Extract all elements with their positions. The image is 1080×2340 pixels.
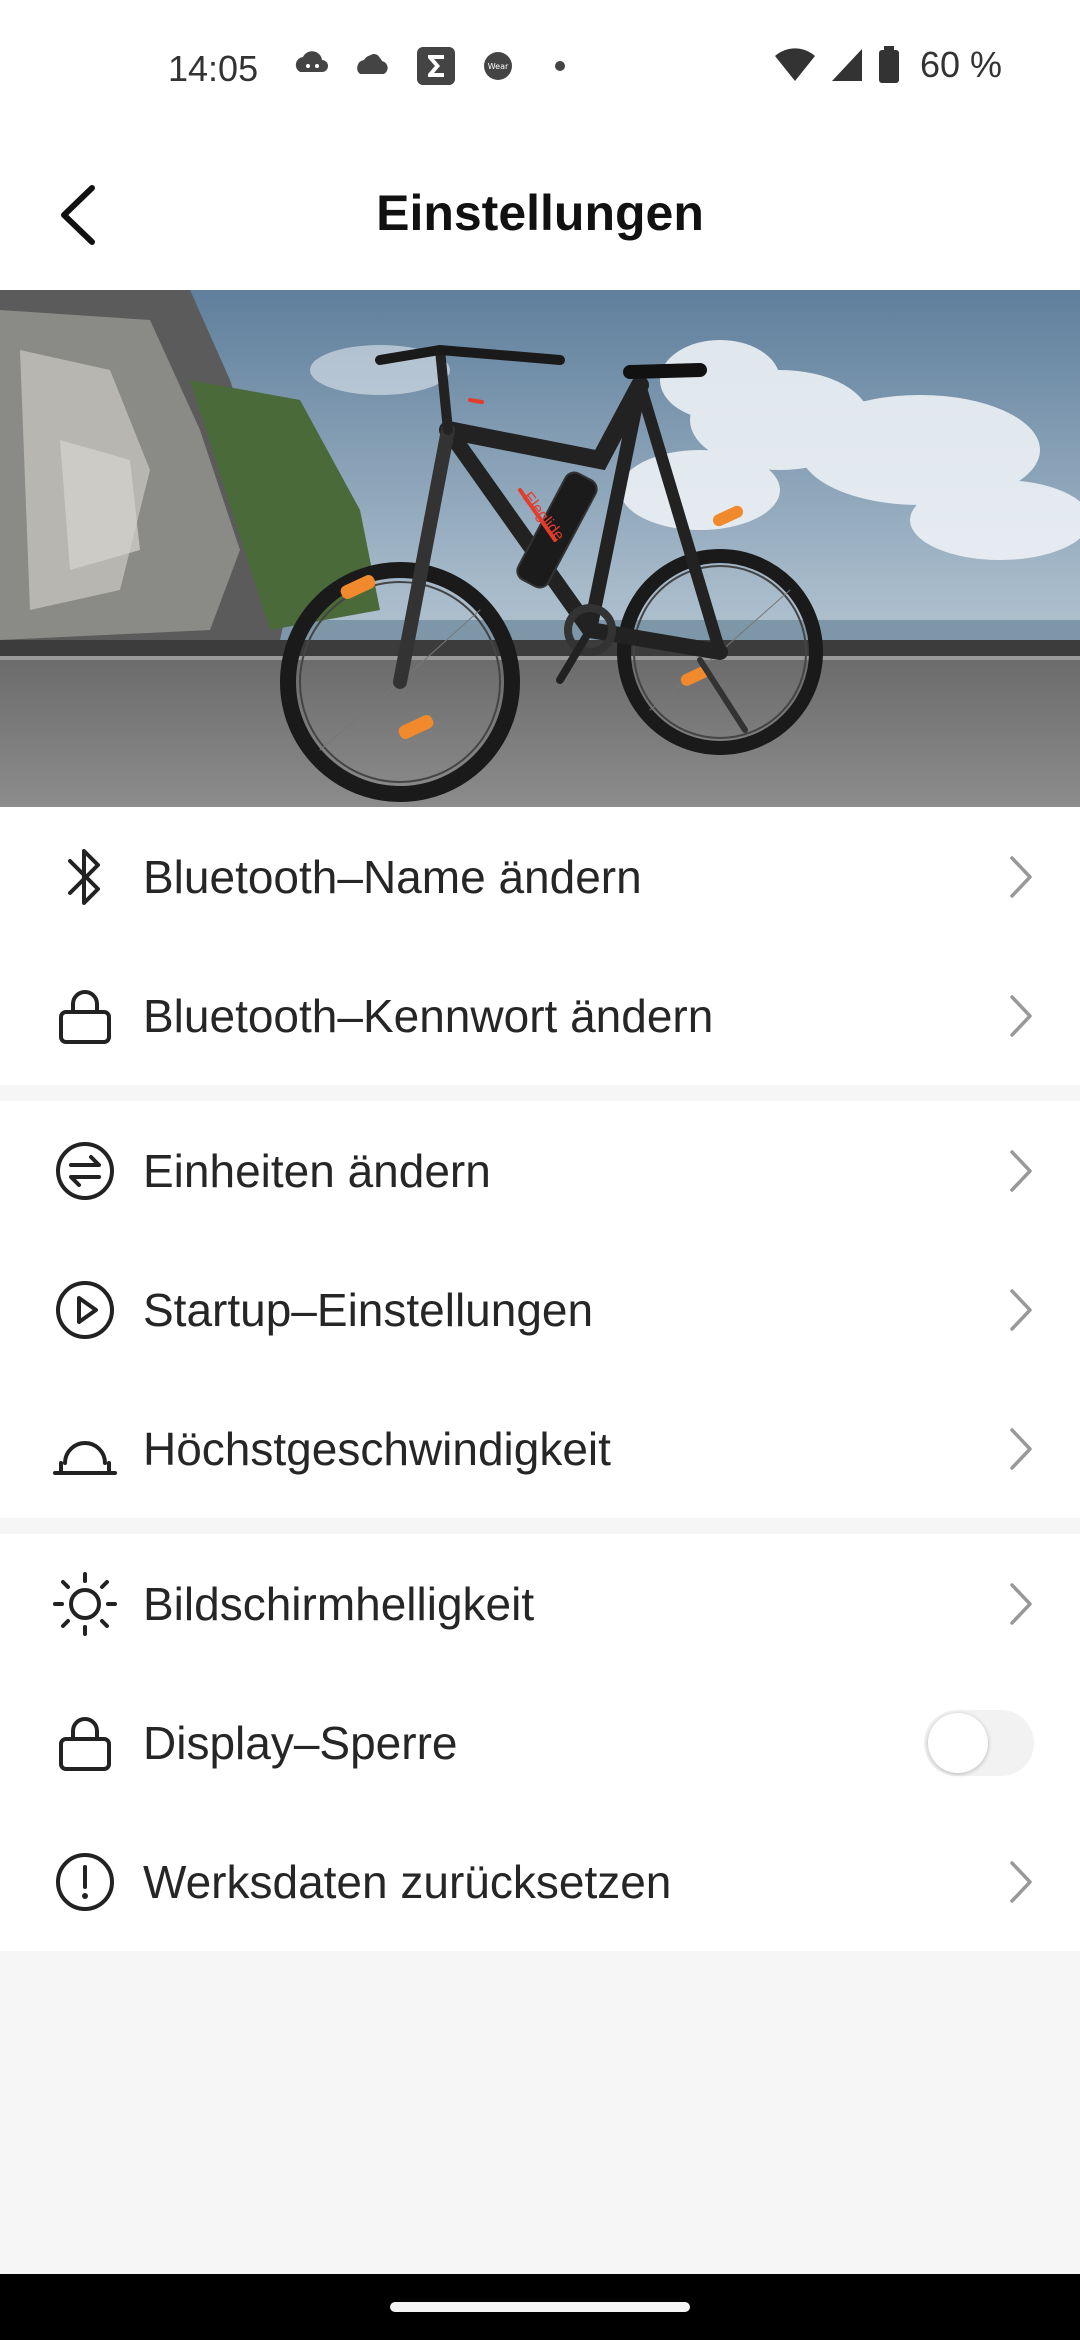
settings-group-drive: Einheiten ändern Startup–Einstellungen H…	[0, 1101, 1080, 1518]
setting-label: Einheiten ändern	[143, 1144, 491, 1197]
chevron-right-icon	[1010, 1288, 1032, 1331]
chevron-right-icon	[1010, 1860, 1032, 1903]
dot-icon	[555, 61, 565, 71]
setting-label: Startup–Einstellungen	[143, 1283, 594, 1336]
wear-os-icon: Wear	[484, 52, 512, 80]
setting-bluetooth-name[interactable]: Bluetooth–Name ändern	[0, 807, 1080, 946]
swap-units-icon	[50, 1136, 120, 1206]
setting-label: Höchstgeschwindigkeit	[143, 1422, 611, 1475]
system-icons: 60 %	[774, 44, 1002, 86]
setting-label: Bluetooth–Name ändern	[143, 850, 642, 903]
cell-signal-icon	[831, 49, 862, 81]
settings-group-bluetooth: Bluetooth–Name ändern Bluetooth–Kennwort…	[0, 807, 1080, 1085]
status-bar: 14:05 Wear 60 %	[0, 0, 1080, 140]
page-title: Einstellungen	[376, 185, 704, 241]
sun-icon	[50, 1569, 120, 1639]
toggle-knob	[928, 1712, 988, 1773]
setting-startup[interactable]: Startup–Einstellungen	[0, 1240, 1080, 1379]
bluetooth-icon	[50, 842, 120, 912]
wifi-icon	[774, 48, 815, 81]
chevron-right-icon	[1010, 994, 1032, 1037]
hero-bike-image: Eleglide	[0, 290, 1080, 807]
chevron-right-icon	[1010, 1149, 1032, 1192]
chevron-right-icon	[1010, 1582, 1032, 1625]
system-nav-bar	[0, 2274, 1080, 2340]
notification-icons: Wear	[292, 46, 580, 86]
setting-label: Bildschirmhelligkeit	[143, 1577, 535, 1630]
setting-label: Bluetooth–Kennwort ändern	[143, 989, 714, 1042]
chevron-right-icon	[1010, 1427, 1032, 1470]
setting-bluetooth-password[interactable]: Bluetooth–Kennwort ändern	[0, 946, 1080, 1085]
display-lock-toggle[interactable]	[924, 1709, 1034, 1776]
setting-display-lock: Display–Sperre	[0, 1673, 1080, 1812]
gear-cloud-icon	[357, 54, 388, 74]
lock-icon	[50, 1708, 120, 1778]
cloud-game-icon	[295, 51, 328, 72]
chevron-right-icon	[1010, 855, 1032, 898]
status-time: 14:05	[168, 48, 259, 89]
wear-label: Wear	[488, 62, 509, 71]
setting-brightness[interactable]: Bildschirmhelligkeit	[0, 1534, 1080, 1673]
settings-group-display: Bildschirmhelligkeit Display–Sperre Werk…	[0, 1534, 1080, 1951]
home-gesture-handle[interactable]	[390, 2302, 690, 2312]
setting-label: Werksdaten zurücksetzen	[143, 1855, 672, 1908]
setting-max-speed[interactable]: Höchstgeschwindigkeit	[0, 1379, 1080, 1518]
app-bar: Einstellungen	[0, 140, 1080, 290]
alert-circle-icon	[50, 1847, 120, 1917]
speed-limit-icon	[50, 1414, 120, 1484]
setting-factory-reset[interactable]: Werksdaten zurücksetzen	[0, 1812, 1080, 1951]
lock-icon	[50, 981, 120, 1051]
battery-icon	[878, 46, 899, 83]
battery-percent: 60 %	[919, 44, 1002, 85]
setting-label: Display–Sperre	[143, 1716, 458, 1769]
setting-units[interactable]: Einheiten ändern	[0, 1101, 1080, 1240]
play-circle-icon	[50, 1275, 120, 1345]
sigma-app-icon	[417, 47, 455, 85]
